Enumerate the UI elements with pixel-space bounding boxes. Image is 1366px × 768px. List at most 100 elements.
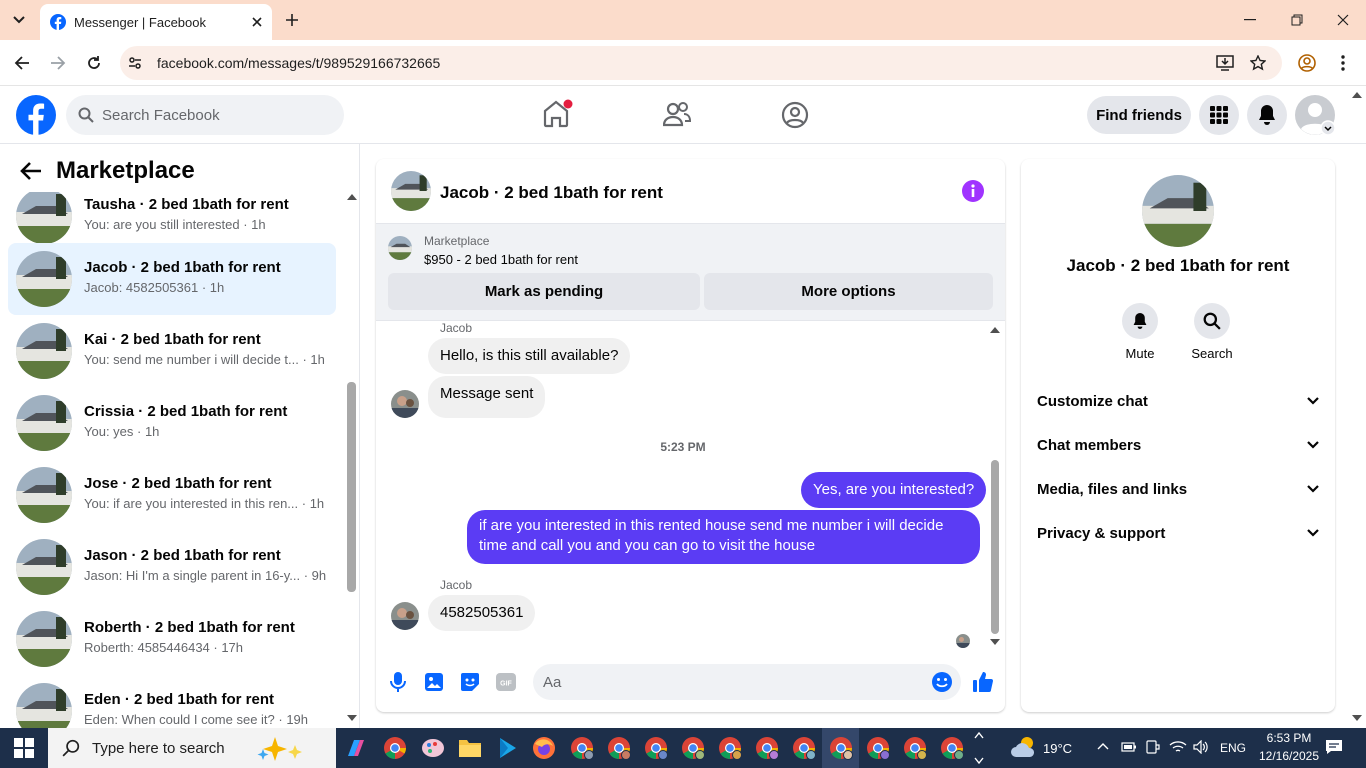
message-input[interactable] [543, 664, 913, 700]
conversation-item[interactable]: Jason · 2 bed 1bath for rent Jason: Hi I… [8, 531, 336, 603]
conversation-item[interactable]: Jose · 2 bed 1bath for rent You: if are … [8, 459, 336, 531]
incoming-message[interactable]: 4582505361 [428, 595, 536, 631]
chrome-profile-icon[interactable] [567, 733, 597, 763]
chat-members-row[interactable]: Chat members [1029, 425, 1327, 465]
conversation-item[interactable]: Jacob · 2 bed 1bath for rent Jacob: 4582… [8, 243, 336, 315]
groups-nav-icon[interactable] [781, 101, 809, 129]
emoji-icon[interactable] [931, 671, 953, 693]
media-files-links-row[interactable]: Media, files and links [1029, 469, 1327, 509]
mute-button[interactable]: Mute [1110, 303, 1170, 361]
sender-avatar[interactable] [391, 602, 419, 630]
outgoing-message[interactable]: if are you interested in this rented hou… [467, 510, 980, 564]
incoming-message[interactable]: Hello, is this still available? [428, 338, 631, 374]
copilot-icon[interactable] [341, 733, 371, 763]
microphone-icon[interactable] [386, 670, 410, 694]
chrome-profile-icon[interactable] [641, 733, 671, 763]
chrome-profile-icon[interactable] [604, 733, 634, 763]
profile-icon[interactable] [1295, 51, 1319, 75]
scroll-down-icon[interactable] [347, 714, 357, 722]
wifi-icon[interactable] [1169, 740, 1187, 754]
back-arrow-icon[interactable] [20, 161, 42, 181]
scroll-up-icon[interactable] [347, 193, 357, 201]
chrome-profile-icon[interactable] [863, 733, 893, 763]
customize-chat-row[interactable]: Customize chat [1029, 381, 1327, 421]
restore-icon[interactable] [1283, 6, 1311, 34]
chat-scrollbar[interactable] [991, 460, 999, 634]
battery-icon[interactable] [1121, 741, 1137, 753]
more-options-button[interactable]: More options [704, 273, 993, 310]
language-indicator[interactable]: ENG [1220, 741, 1246, 755]
chrome-profile-icon[interactable] [789, 733, 819, 763]
chat-title[interactable]: Jacob · 2 bed 1bath for rent [440, 183, 663, 203]
site-info-icon[interactable] [123, 51, 147, 75]
chat-scroll-up-icon[interactable] [990, 326, 1000, 334]
install-app-icon[interactable] [1213, 51, 1237, 75]
clock-time[interactable]: 6:53 PM [1261, 731, 1317, 745]
chrome-profile-icon[interactable] [937, 733, 967, 763]
conversation-item[interactable]: Eden · 2 bed 1bath for rent Eden: When c… [8, 675, 336, 728]
listing-price-title[interactable]: $950 - 2 bed 1bath for rent [424, 252, 578, 267]
chrome-profile-icon[interactable] [715, 733, 745, 763]
friends-nav-icon[interactable] [663, 101, 691, 127]
file-explorer-icon[interactable] [455, 733, 485, 763]
minimize-icon[interactable] [1236, 6, 1264, 34]
account-avatar[interactable] [1295, 95, 1337, 137]
forward-icon[interactable] [46, 51, 70, 75]
taskbar-overflow-arrows-icon[interactable] [974, 730, 984, 766]
device-icon[interactable] [1146, 740, 1160, 754]
new-tab-icon[interactable] [282, 10, 302, 30]
page-scroll-down-icon[interactable] [1352, 714, 1362, 722]
facebook-logo[interactable] [16, 95, 56, 135]
sidebar-scrollbar[interactable] [347, 382, 356, 592]
sticker-icon[interactable] [458, 670, 482, 694]
menu-grid-icon[interactable] [1199, 95, 1239, 135]
back-icon[interactable] [10, 51, 34, 75]
chrome-profile-icon[interactable] [678, 733, 708, 763]
conversation-item[interactable]: Crissia · 2 bed 1bath for rent You: yes … [8, 387, 336, 459]
close-window-icon[interactable] [1329, 6, 1357, 34]
facebook-search-input[interactable]: Search Facebook [66, 95, 344, 135]
weather-cloud-icon[interactable] [1010, 735, 1038, 759]
show-hidden-icons-icon[interactable] [1097, 742, 1109, 750]
tab-search-icon[interactable] [8, 10, 30, 30]
incoming-message[interactable]: Message sent [428, 376, 546, 418]
firefox-icon[interactable] [529, 733, 559, 763]
windows-start-icon[interactable] [14, 738, 34, 758]
listing-thumbnail[interactable] [388, 236, 412, 260]
info-icon[interactable] [962, 180, 984, 202]
clock-date[interactable]: 12/16/2025 [1258, 749, 1320, 763]
sender-avatar[interactable] [391, 390, 419, 418]
photo-icon[interactable] [422, 670, 446, 694]
conversation-item[interactable]: Roberth · 2 bed 1bath for rent Roberth: … [8, 603, 336, 675]
chrome-active-icon[interactable] [826, 733, 856, 763]
mark-as-pending-button[interactable]: Mark as pending [388, 273, 700, 310]
chrome-profile-icon[interactable] [900, 733, 930, 763]
chat-avatar[interactable] [391, 171, 431, 211]
browser-tab[interactable]: Messenger | Facebook [40, 4, 272, 40]
page-scroll-up-icon[interactable] [1352, 91, 1362, 99]
close-tab-icon[interactable] [252, 17, 262, 27]
conversation-item[interactable]: Kai · 2 bed 1bath for rent You: send me … [8, 315, 336, 387]
gif-icon[interactable]: GIF [494, 670, 518, 694]
browser-menu-icon[interactable] [1331, 51, 1355, 75]
reload-icon[interactable] [82, 51, 106, 75]
chat-scroll-down-icon[interactable] [990, 638, 1000, 646]
privacy-support-row[interactable]: Privacy & support [1029, 513, 1327, 553]
find-friends-button[interactable]: Find friends [1087, 96, 1191, 134]
like-thumbs-up-icon[interactable] [971, 670, 995, 694]
contact-avatar[interactable] [1142, 175, 1214, 247]
weather-temp[interactable]: 19°C [1043, 741, 1072, 756]
chrome-profile-icon[interactable] [752, 733, 782, 763]
home-nav-icon[interactable] [541, 99, 573, 129]
search-in-chat-button[interactable]: Search [1182, 303, 1242, 361]
taskbar-search-box[interactable]: Type here to search [48, 728, 336, 768]
paint-app-icon[interactable] [418, 733, 448, 763]
outgoing-message[interactable]: Yes, are you interested? [801, 472, 987, 508]
volume-icon[interactable] [1193, 740, 1209, 754]
media-app-icon[interactable] [492, 733, 522, 763]
notification-center-icon[interactable] [1325, 739, 1343, 755]
bookmark-star-icon[interactable] [1246, 51, 1270, 75]
notifications-bell-icon[interactable] [1247, 95, 1287, 135]
chrome-app-icon[interactable] [380, 733, 410, 763]
message-composer[interactable] [533, 664, 961, 700]
